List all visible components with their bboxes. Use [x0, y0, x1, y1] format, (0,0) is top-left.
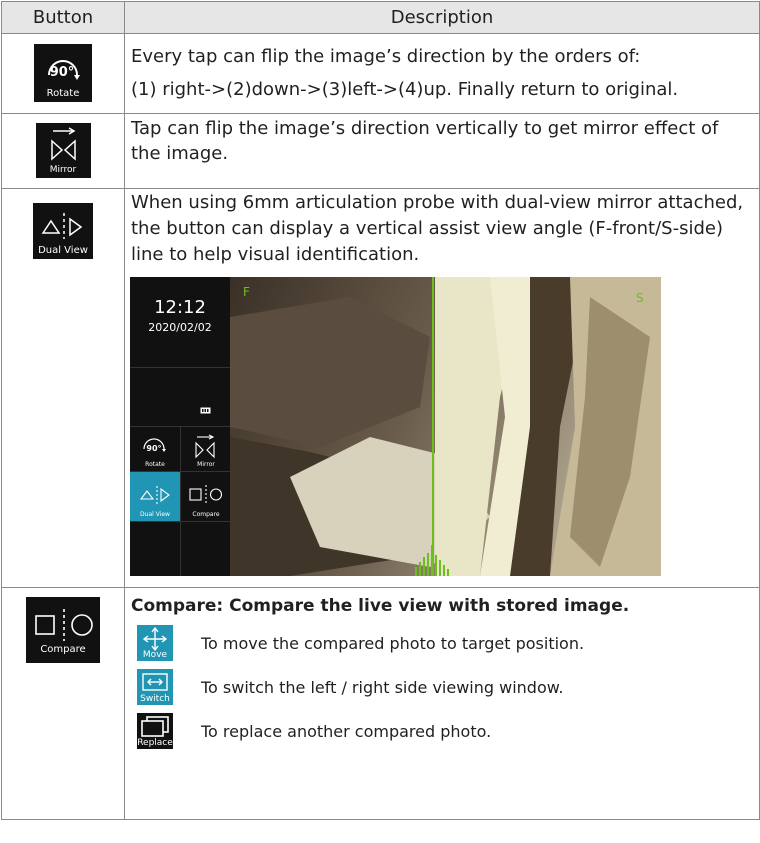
- rotate-desc-line1: Every tap can flip the image’s direction…: [131, 46, 641, 67]
- dual-view-desc-line2: the button can display a vertical assist…: [131, 218, 723, 239]
- screenshot-mirror-button: Mirror: [181, 428, 231, 471]
- mirror-desc-line1: Tap can flip the image’s direction verti…: [131, 118, 719, 139]
- compare-title: Compare: Compare the live view with stor…: [131, 596, 630, 616]
- divider: [130, 367, 230, 368]
- replace-description: To replace another compared photo.: [201, 722, 492, 741]
- clock-time: 12:12: [154, 297, 206, 318]
- rotate-icon-text: 90°: [50, 65, 75, 80]
- list-item: Replace To replace another compared phot…: [137, 713, 759, 751]
- compare-description: Compare: Compare the live view with stor…: [124, 587, 760, 820]
- switch-description: To switch the left / right side viewing …: [201, 678, 564, 697]
- dual-view-desc-line1: When using 6mm articulation probe with d…: [131, 192, 744, 213]
- screenshot-dual-view-label: Dual View: [140, 511, 170, 518]
- rotate-desc-line2: (1) right->(2)down->(3)left->(4)up. Fina…: [131, 79, 679, 100]
- table-row: Compare Compare: Compare the live view w…: [1, 587, 760, 820]
- manual-page: Button Description 90° Rotate Every tap …: [0, 0, 760, 843]
- switch-label: Switch: [140, 694, 170, 704]
- screenshot-mirror-label: Mirror: [197, 461, 215, 468]
- mirror-button-cell: Mirror: [1, 113, 125, 189]
- rotate-description: Every tap can flip the image’s direction…: [124, 33, 760, 114]
- move-button[interactable]: Move: [137, 625, 173, 661]
- battery-icon: [200, 407, 211, 414]
- dual-view-button[interactable]: Dual View: [33, 203, 93, 259]
- move-description: To move the compared photo to target pos…: [201, 634, 585, 653]
- list-item: Move To move the compared photo to targe…: [137, 625, 759, 663]
- replace-label: Replace: [137, 738, 173, 748]
- screenshot-rotate-button: 90° Rotate: [130, 428, 180, 471]
- table-row: Mirror Tap can flip the image’s directio…: [1, 113, 760, 189]
- screenshot-compare-label: Compare: [192, 511, 220, 518]
- rotate-button[interactable]: 90° Rotate: [34, 44, 92, 102]
- dual-view-button-cell: Dual View: [1, 188, 125, 588]
- dual-view-desc-line3: line to help visual identification.: [131, 244, 420, 265]
- move-label: Move: [142, 650, 168, 660]
- switch-button[interactable]: Switch: [137, 669, 173, 705]
- rotate-button-cell: 90° Rotate: [1, 33, 125, 114]
- dual-view-description: When using 6mm articulation probe with d…: [124, 188, 760, 588]
- compare-button[interactable]: Compare: [26, 597, 100, 663]
- table-header-row: Button Description: [1, 1, 760, 34]
- replace-button[interactable]: Replace: [137, 713, 173, 749]
- mirror-label: Mirror: [49, 165, 77, 175]
- mirror-desc-line2: the image.: [131, 143, 229, 164]
- list-item: Switch To switch the left / right side v…: [137, 669, 759, 707]
- front-marker: F: [243, 285, 250, 299]
- rotate-icon-text: 90°: [146, 444, 161, 453]
- compare-label: Compare: [40, 644, 86, 655]
- table-row: 90° Rotate Every tap can flip the image’…: [1, 33, 760, 114]
- dual-view-screenshot: 12:12 2020/02/02 90° Rotate Mirror Dual …: [130, 277, 661, 576]
- mirror-button[interactable]: Mirror: [35, 123, 91, 178]
- screenshot-dual-view-button: Dual View: [130, 472, 180, 521]
- screenshot-rotate-label: Rotate: [145, 461, 165, 468]
- button-description-table: Button Description 90° Rotate Every tap …: [1, 1, 760, 820]
- table-row: Dual View When using 6mm articulation pr…: [1, 188, 760, 588]
- compare-button-cell: Compare: [1, 587, 125, 820]
- rotate-label: Rotate: [46, 88, 80, 99]
- mirror-description: Tap can flip the image’s direction verti…: [124, 113, 760, 189]
- header-button: Button: [1, 1, 125, 34]
- clock-date: 2020/02/02: [148, 321, 212, 334]
- header-description: Description: [124, 1, 760, 34]
- side-marker: S: [636, 291, 644, 305]
- dual-view-label: Dual View: [38, 245, 88, 256]
- screenshot-compare-button: Compare: [181, 472, 231, 521]
- camera-live-view: [230, 277, 661, 576]
